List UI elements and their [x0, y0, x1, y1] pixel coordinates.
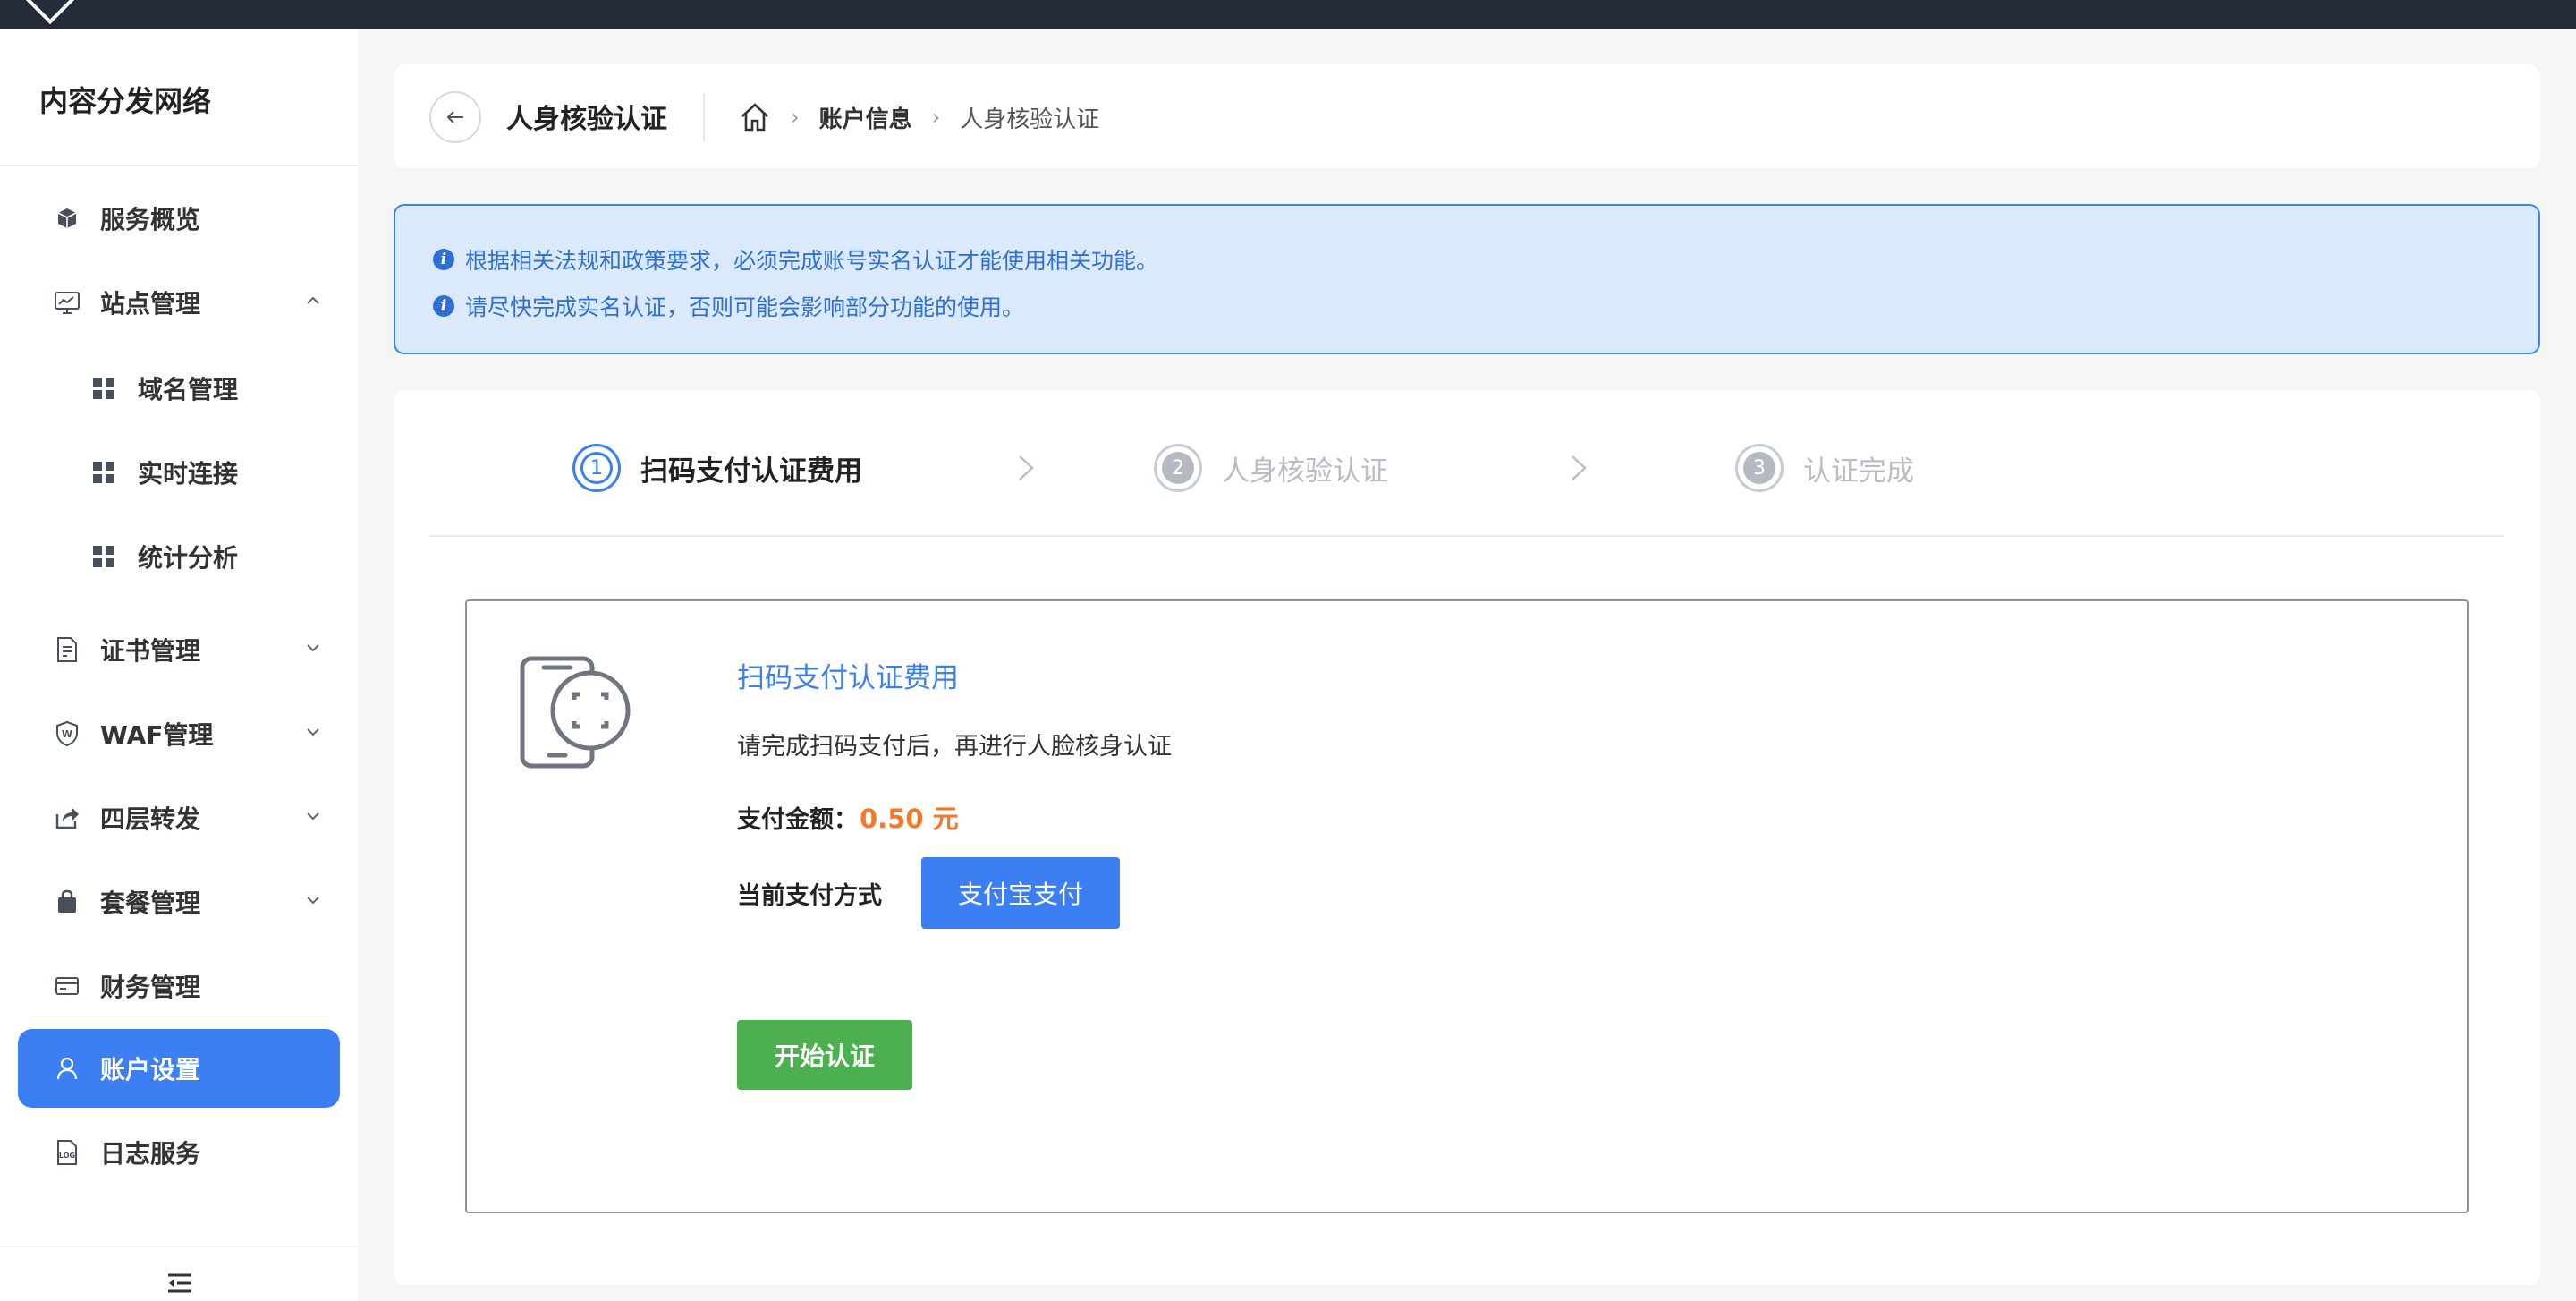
bag-icon [54, 889, 80, 915]
info-icon: i [433, 295, 454, 317]
shield-icon: W [54, 720, 80, 747]
divider [429, 535, 2504, 537]
info-alert: i 根据相关法规和政策要求，必须完成账号实名认证才能使用相关功能。 i 请尽快完… [394, 204, 2540, 354]
sidebar-item-realtime[interactable]: 实时连接 [18, 437, 340, 508]
alipay-button[interactable]: 支付宝支付 [921, 857, 1120, 929]
back-button[interactable] [429, 91, 481, 143]
verification-card: 1 扫码支付认证费用 2 人身核验认证 3 认证完成 扫码支付认证费用 请完成扫… [394, 390, 2540, 1285]
start-verification-button[interactable]: 开始认证 [737, 1020, 912, 1090]
home-icon[interactable] [739, 102, 771, 132]
sidebar-item-label: 财务管理 [100, 973, 201, 1002]
chevron-down-icon [307, 812, 319, 821]
grid-icon [93, 546, 114, 567]
chevron-right-icon [1019, 455, 1034, 480]
alert-line: i 根据相关法规和政策要求，必须完成账号实名认证才能使用相关功能。 [433, 243, 1158, 276]
sidebar-item-package[interactable]: 套餐管理 [18, 863, 340, 941]
sidebar-item-account[interactable]: 账户设置 [18, 1029, 340, 1108]
sidebar-item-label: 日志服务 [100, 1139, 201, 1169]
chevron-right-icon [1572, 455, 1587, 480]
log-icon: LOG [54, 1139, 80, 1166]
info-icon: i [433, 249, 454, 270]
step-label: 扫码支付认证费用 [640, 455, 862, 488]
breadcrumb-item-current: 人身核验认证 [960, 106, 1100, 133]
sidebar-item-label: 域名管理 [138, 375, 239, 404]
share-icon [54, 804, 80, 831]
sidebar-item-domain[interactable]: 域名管理 [18, 353, 340, 424]
card-icon [54, 973, 80, 999]
sidebar-item-label: 套餐管理 [100, 889, 201, 918]
divider [703, 93, 705, 141]
payment-panel: 扫码支付认证费用 请完成扫码支付后，再进行人脸核身认证 支付金额： 0.50 元… [465, 599, 2469, 1213]
monitor-chart-icon [54, 289, 80, 316]
sidebar-item-l4-forward[interactable]: 四层转发 [18, 778, 340, 857]
breadcrumb: › 账户信息 › 人身核验认证 [739, 95, 1099, 140]
sidebar-item-label: 实时连接 [138, 459, 239, 489]
sidebar-item-label: 四层转发 [100, 804, 201, 834]
payment-amount: 支付金额： 0.50 元 [737, 798, 959, 836]
sidebar-item-certificate[interactable]: 证书管理 [18, 610, 340, 689]
step-number: 1 [572, 444, 621, 492]
divider [0, 165, 358, 166]
user-icon [54, 1055, 80, 1082]
chevron-down-icon [307, 897, 319, 905]
collapse-menu-icon[interactable] [166, 1272, 193, 1294]
sidebar-item-label: 统计分析 [138, 543, 239, 573]
step-2: 2 人身核验认证 [1154, 444, 1388, 492]
phone-scan-icon [520, 656, 631, 769]
sidebar-item-overview[interactable]: 服务概览 [18, 179, 340, 258]
sidebar-item-label: WAF管理 [100, 720, 214, 750]
alert-text: 根据相关法规和政策要求，必须完成账号实名认证才能使用相关功能。 [465, 248, 1159, 274]
sidebar-item-waf[interactable]: W WAF管理 [18, 694, 340, 773]
svg-text:W: W [62, 728, 72, 740]
sidebar-item-finance[interactable]: 财务管理 [18, 947, 340, 1025]
breadcrumb-separator: › [791, 105, 800, 130]
divider [0, 1246, 358, 1247]
sidebar-item-site[interactable]: 站点管理 [18, 263, 340, 342]
step-label: 认证完成 [1803, 455, 1914, 488]
alert-line: i 请尽快完成实名认证，否则可能会影响部分功能的使用。 [433, 290, 1024, 322]
sidebar-item-label: 站点管理 [100, 289, 201, 319]
amount-label: 支付金额： [737, 806, 858, 834]
certificate-icon [54, 636, 80, 663]
arrow-left-icon [446, 111, 463, 123]
chevron-up-icon [307, 296, 319, 304]
step-label: 人身核验认证 [1222, 455, 1388, 488]
sidebar-item-label: 服务概览 [100, 205, 201, 234]
payment-method-label: 当前支付方式 [737, 881, 882, 910]
sidebar-item-log[interactable]: LOG 日志服务 [18, 1113, 340, 1192]
step-number: 3 [1735, 444, 1784, 492]
chevron-down-icon [307, 728, 319, 736]
logo-icon [21, 0, 79, 25]
alert-text: 请尽快完成实名认证，否则可能会影响部分功能的使用。 [465, 294, 1025, 320]
step-number: 2 [1154, 444, 1202, 492]
page-title: 人身核验认证 [506, 104, 667, 135]
svg-text:LOG: LOG [59, 1152, 75, 1160]
cube-icon [54, 205, 80, 232]
breadcrumb-item-account-info[interactable]: 账户信息 [819, 101, 912, 134]
sidebar-item-label: 证书管理 [100, 636, 201, 666]
chevron-down-icon [307, 644, 319, 652]
page-header: 人身核验认证 › 账户信息 › 人身核验认证 [394, 64, 2540, 168]
grid-icon [93, 462, 114, 483]
payment-title: 扫码支付认证费用 [737, 662, 959, 694]
step-3: 3 认证完成 [1735, 444, 1914, 492]
amount-value: 0.50 元 [860, 804, 959, 834]
top-bar [0, 0, 2576, 29]
sidebar-item-label: 账户设置 [100, 1055, 201, 1084]
breadcrumb-separator: › [931, 105, 941, 130]
sidebar: 内容分发网络 服务概览 站点管理 域名管理 实时连接 统计分析 证书管理 W W… [0, 29, 358, 1301]
payment-method: 当前支付方式 支付宝支付 [737, 857, 1120, 929]
brand-title: 内容分发网络 [39, 84, 212, 118]
sidebar-item-stats[interactable]: 统计分析 [18, 521, 340, 592]
grid-icon [93, 378, 114, 399]
step-1: 1 扫码支付认证费用 [572, 444, 862, 492]
payment-description: 请完成扫码支付后，再进行人脸核身认证 [737, 733, 1172, 761]
